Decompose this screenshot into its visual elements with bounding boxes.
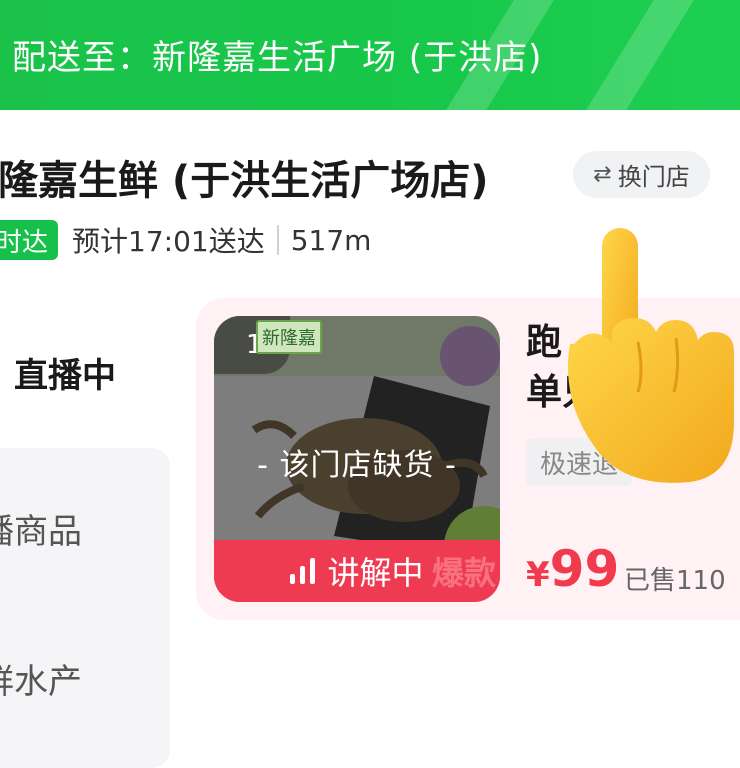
delivery-meta: 时达 预计17:01送达 517m bbox=[0, 218, 371, 262]
eta-text: 预计17:01送达 bbox=[72, 225, 265, 258]
divider bbox=[276, 225, 279, 255]
menu-item-live[interactable]: 直播中 bbox=[14, 348, 116, 397]
switch-icon: ⇄ bbox=[593, 162, 612, 187]
side-menu-panel: 播商品 鲜水产 bbox=[0, 448, 170, 768]
price-value: 99 bbox=[549, 540, 620, 598]
delivery-address[interactable]: 配送至：新隆嘉生活广场 (于洪店) bbox=[12, 30, 542, 79]
sold-count: 已售110 bbox=[624, 566, 726, 596]
stock-status: - 该门店缺货 - bbox=[257, 448, 457, 483]
switch-store-button[interactable]: ⇄ 换门店 bbox=[573, 151, 710, 198]
explaining-label: 讲解中 bbox=[327, 554, 424, 592]
product-price: ¥99 bbox=[526, 540, 619, 598]
pointing-hand-icon bbox=[568, 228, 734, 483]
menu-item-seafood[interactable]: 鲜水产 bbox=[0, 654, 82, 703]
brand-tag: 新隆嘉 bbox=[256, 320, 322, 354]
price-currency: ¥ bbox=[526, 555, 550, 595]
signal-bars-icon bbox=[290, 558, 316, 584]
distance-text: 517m bbox=[290, 223, 372, 257]
delivery-badge: 时达 bbox=[0, 220, 59, 260]
hot-tag: 爆款 bbox=[432, 554, 497, 592]
switch-store-label: 换门店 bbox=[617, 163, 690, 191]
menu-item-live-goods[interactable]: 播商品 bbox=[0, 504, 82, 553]
header-bar: 配送至：新隆嘉生活广场 (于洪店) bbox=[0, 0, 740, 110]
store-name: 隆嘉生鲜 (于洪生活广场店) bbox=[0, 158, 489, 204]
